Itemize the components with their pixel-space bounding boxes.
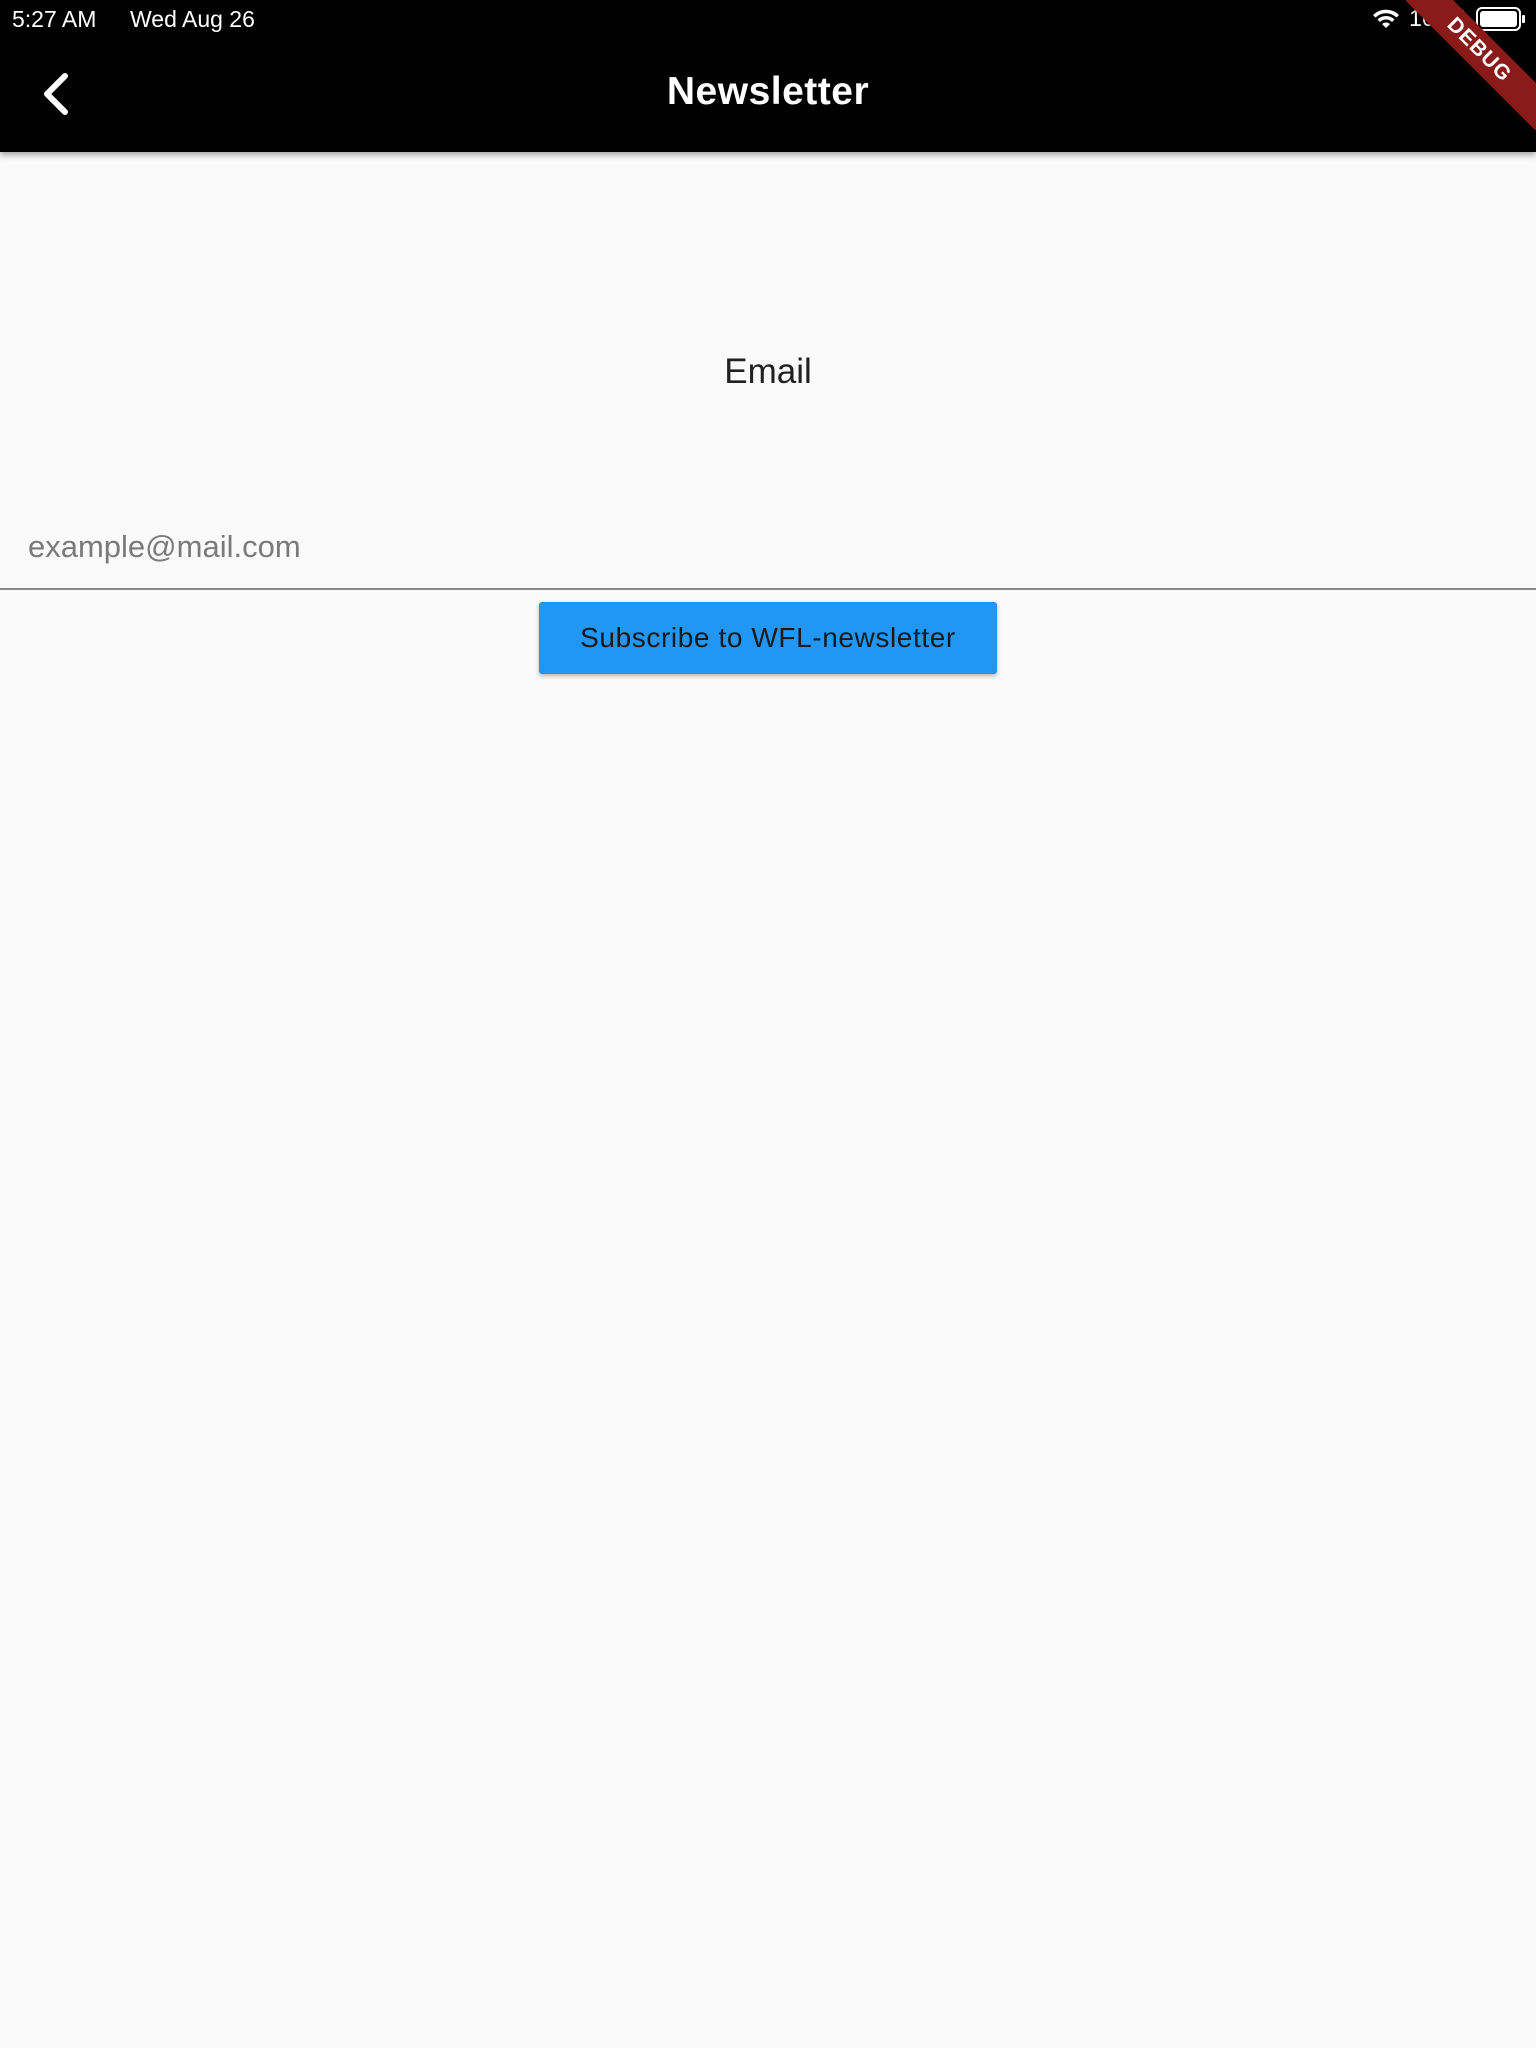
status-date: Wed Aug 26 [130,6,255,32]
wifi-icon [1373,9,1400,28]
subscribe-button[interactable]: Subscribe to WFL-newsletter [539,602,997,674]
app-bar: 5:27 AM Wed Aug 26 100% Newsletter [0,0,1536,152]
page-title: Newsletter [666,70,870,113]
email-field[interactable] [0,512,1536,590]
status-time: 5:27 AM [12,6,97,32]
battery-icon [1476,6,1525,31]
status-bar: 5:27 AM Wed Aug 26 100% [0,0,1536,40]
battery-percent: 100% [1409,5,1468,31]
email-label: Email [724,352,812,391]
newsletter-screen: 5:27 AM Wed Aug 26 100% Newsletter DEBUG… [0,0,1536,2048]
email-input[interactable] [28,512,1508,582]
status-indicators: 100% [1371,5,1526,32]
